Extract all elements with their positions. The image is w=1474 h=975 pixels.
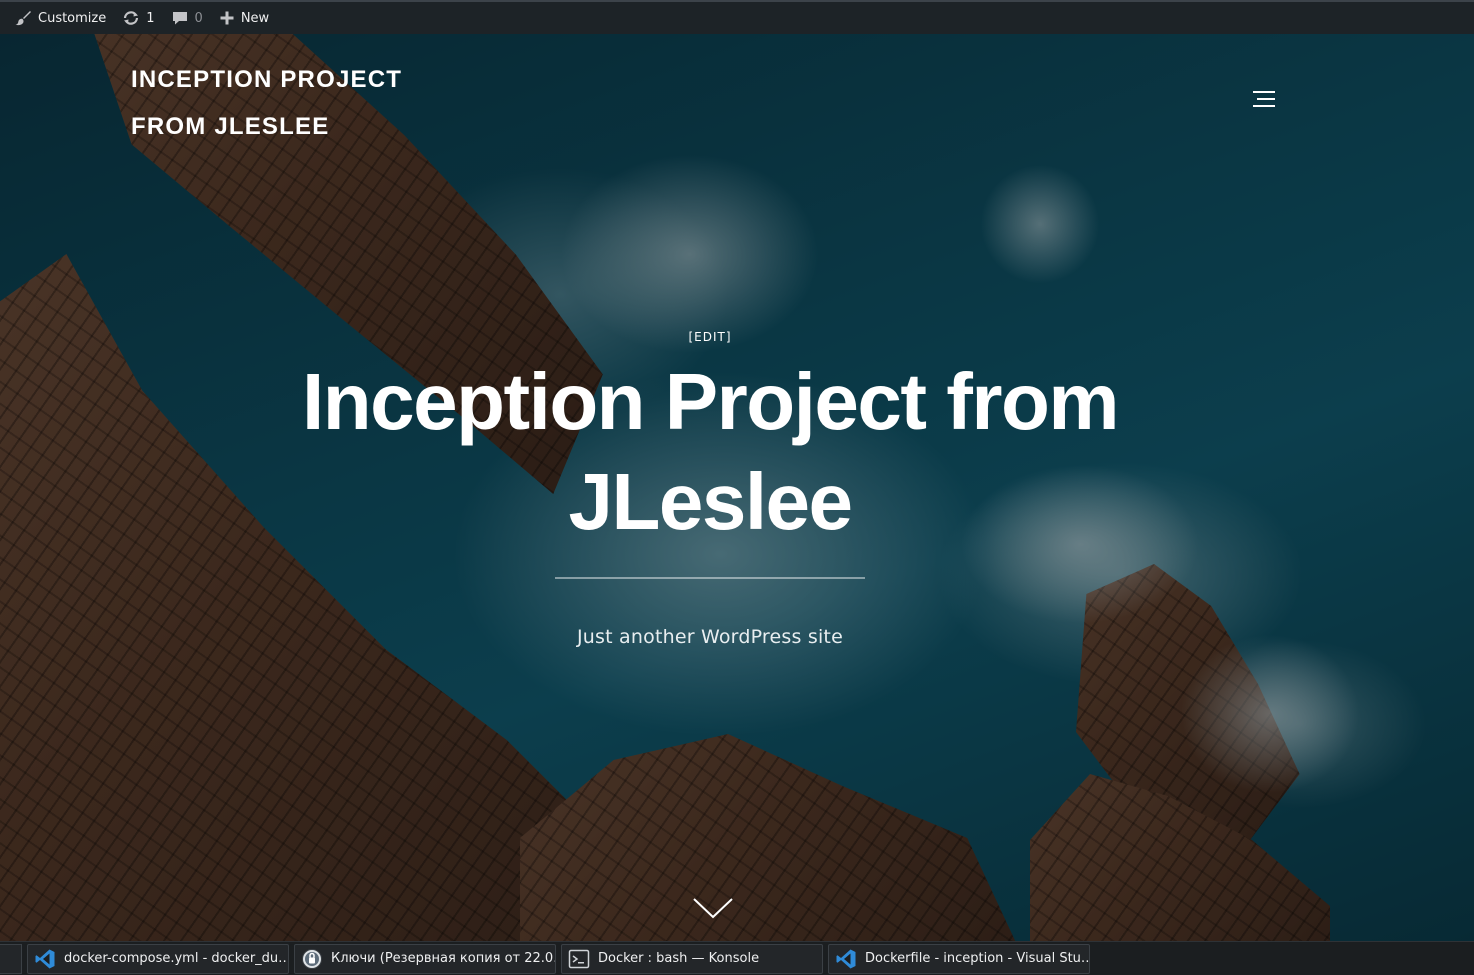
- menu-icon: [1253, 91, 1275, 107]
- task-label: docker-compose.yml - docker_du…: [64, 951, 289, 966]
- terminal-icon: [568, 949, 590, 968]
- hero-cover: INCEPTION PROJECT FROM JLESLEE [EDIT] In…: [0, 34, 1474, 941]
- comments-count: 0: [194, 10, 203, 26]
- chevron-down-icon: [693, 898, 733, 919]
- vscode-icon: [836, 949, 856, 968]
- task-vscode-compose[interactable]: docker-compose.yml - docker_du…: [27, 943, 289, 974]
- updates-icon: [124, 11, 139, 25]
- site-title-link[interactable]: INCEPTION PROJECT FROM JLESLEE: [131, 56, 471, 150]
- hero-title[interactable]: Inception Project from JLeslee: [210, 352, 1210, 552]
- scroll-down-button[interactable]: [691, 896, 735, 920]
- keys-icon: [302, 948, 322, 969]
- customize-button[interactable]: Customize: [14, 2, 114, 34]
- hero-title-line-1: Inception Project from: [302, 357, 1119, 446]
- updates-button[interactable]: 1: [122, 2, 162, 34]
- hero-title-line-2: JLeslee: [568, 457, 853, 546]
- brush-icon: [15, 11, 31, 26]
- task-label: Ключи (Резервная копия от 22.0…: [331, 951, 556, 966]
- task-konsole[interactable]: Docker : bash — Konsole: [561, 943, 823, 974]
- site-title-line-2: FROM JLESLEE: [131, 113, 330, 140]
- customize-label: Customize: [38, 10, 107, 26]
- site-tagline: Just another WordPress site: [577, 626, 843, 648]
- menu-toggle-button[interactable]: [1250, 87, 1278, 111]
- comment-icon: [172, 12, 187, 25]
- taskbar-edge-button[interactable]: [0, 943, 22, 974]
- comments-button[interactable]: 0: [171, 2, 211, 34]
- updates-count: 1: [146, 10, 155, 26]
- edit-link[interactable]: [EDIT]: [0, 330, 1420, 344]
- task-label: Dockerfile - inception - Visual Stu…: [865, 951, 1090, 966]
- admin-bar: Customize 1 0 New: [0, 0, 1474, 34]
- task-vscode-dockerfile[interactable]: Dockerfile - inception - Visual Stu…: [828, 943, 1090, 974]
- hero-separator: [555, 577, 865, 579]
- site-title-line-1: INCEPTION PROJECT: [131, 66, 403, 93]
- vscode-icon: [35, 949, 55, 968]
- plus-icon: [220, 11, 234, 25]
- new-content-button[interactable]: New: [219, 2, 277, 34]
- taskbar: docker-compose.yml - docker_du… Ключи (Р…: [0, 941, 1474, 975]
- task-keys[interactable]: Ключи (Резервная копия от 22.0…: [294, 943, 556, 974]
- new-label: New: [240, 10, 270, 26]
- task-label: Docker : bash — Konsole: [598, 951, 760, 966]
